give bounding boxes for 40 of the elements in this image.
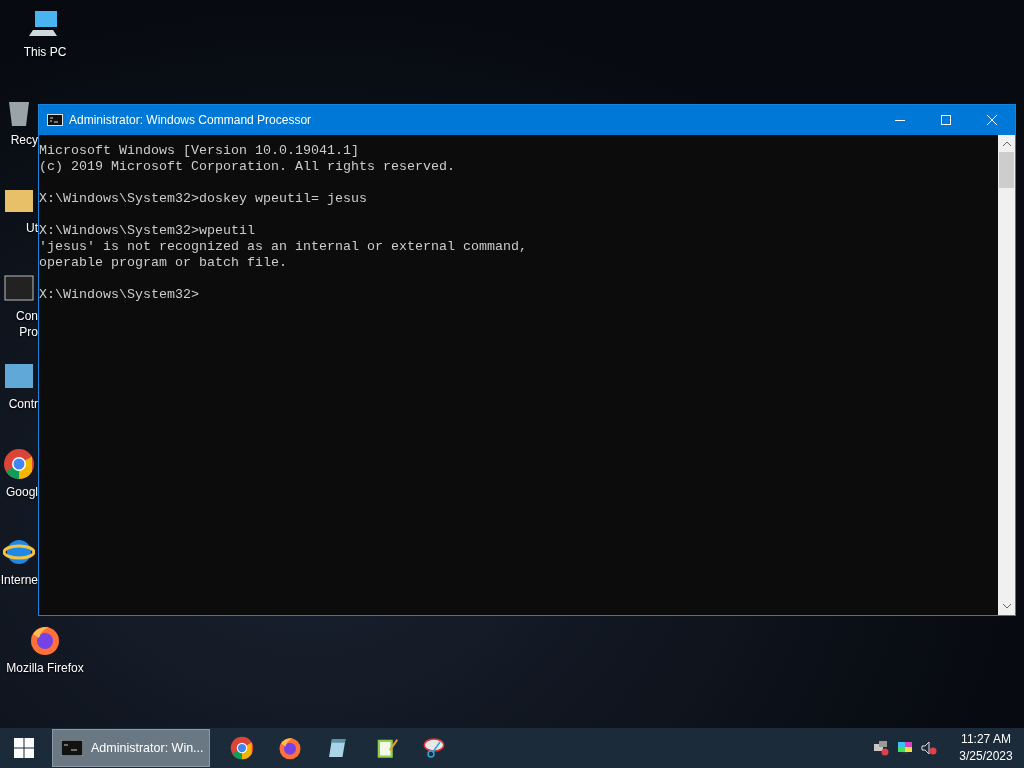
speaker-muted-icon: [921, 740, 937, 756]
console-line: X:\Windows\System32>wpeutil: [39, 223, 255, 239]
maximize-icon: [941, 115, 951, 125]
desktop-icon-label[interactable]: Mozilla Firefox: [6, 660, 84, 676]
taskbar-button[interactable]: Administrator: Win...: [52, 729, 210, 767]
firefox-icon: [29, 624, 61, 656]
tray-button[interactable]: [920, 739, 938, 757]
clock-date[interactable]: 3/25/2023: [959, 748, 1013, 765]
scrollbar-thumb[interactable]: [999, 152, 1014, 188]
window-title: Administrator: Windows Command Processor: [69, 112, 312, 129]
tray-button[interactable]: [896, 739, 914, 757]
tray-button[interactable]: [872, 739, 890, 757]
firefox-icon: [278, 736, 302, 760]
monitor-icon: [897, 740, 913, 756]
console-line: Microsoft Windows [Version 10.0.19041.1]: [39, 143, 359, 159]
clock-time[interactable]: 11:27 AM: [961, 731, 1011, 748]
network-error-icon: [873, 740, 889, 756]
desktop-icon-label[interactable]: Pro: [19, 324, 38, 340]
minimize-icon: [895, 119, 905, 121]
chrome-icon: [230, 736, 254, 760]
close-icon: [987, 115, 997, 125]
desktop-icon-label[interactable]: Googl: [5, 484, 38, 500]
scroll-down-icon: [1002, 604, 1011, 609]
desktop-icon-label[interactable]: Con: [16, 308, 38, 324]
console-line: X:\Windows\System32>: [39, 287, 199, 303]
windows-icon: [14, 738, 34, 758]
scroll-up-icon: [1002, 141, 1011, 146]
console-icon: [47, 114, 63, 126]
desktop-icon-label[interactable]: Recy: [10, 132, 38, 148]
console-line: (c) 2019 Microsoft Corporation. All rights reserved.: [39, 159, 455, 175]
console-line: X:\Windows\System32>doskey wpeutil= jesus: [39, 191, 367, 207]
desktop-icon-label[interactable]: Contr: [8, 396, 38, 412]
desktop-icon-label[interactable]: Interne: [0, 572, 38, 588]
desktop-icon-label[interactable]: Ut: [26, 220, 38, 236]
console-line: operable program or batch file.: [39, 255, 287, 271]
desktop-icon-label[interactable]: This PC: [23, 44, 67, 60]
console-line: 'jesus' is not recognized as an internal or external command,: [39, 239, 527, 255]
console-icon: [3, 272, 35, 304]
chrome-icon: [3, 448, 35, 480]
console-icon: [61, 740, 83, 756]
